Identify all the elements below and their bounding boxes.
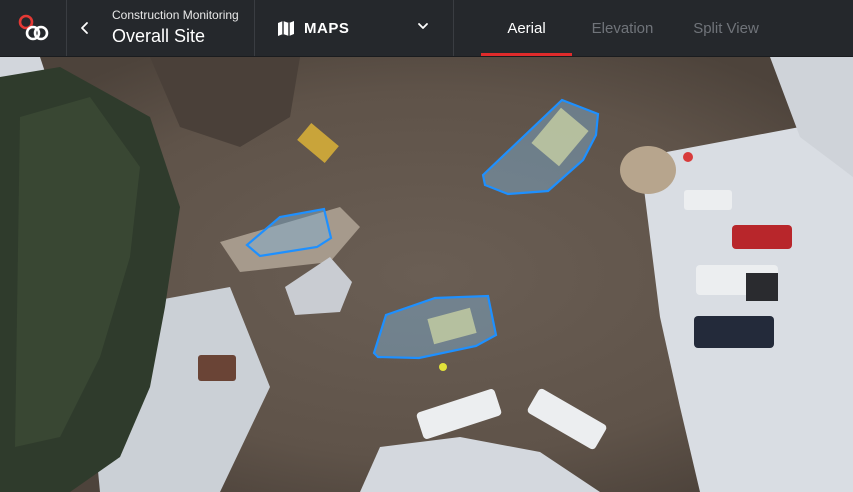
vehicle-dark-truck bbox=[694, 316, 774, 348]
tab-aerial-label: Aerial bbox=[507, 19, 546, 37]
trailer bbox=[198, 355, 236, 381]
tab-aerial[interactable]: Aerial bbox=[481, 0, 572, 56]
tab-elevation[interactable]: Elevation bbox=[572, 0, 673, 56]
back-button[interactable] bbox=[67, 0, 103, 56]
tab-split-view-label: Split View bbox=[693, 19, 759, 37]
sand-mound bbox=[620, 146, 676, 194]
chevron-left-icon bbox=[81, 22, 88, 34]
top-bar: Construction Monitoring Overall Site MAP… bbox=[0, 0, 853, 57]
breadcrumb: Construction Monitoring bbox=[112, 8, 239, 22]
app-logo[interactable] bbox=[0, 0, 67, 56]
tab-elevation-label: Elevation bbox=[591, 19, 654, 37]
vehicle-white-van bbox=[684, 190, 732, 210]
project-title-block: Construction Monitoring Overall Site bbox=[103, 0, 255, 56]
page-title: Overall Site bbox=[112, 26, 206, 46]
app-logo-icon bbox=[18, 14, 49, 41]
vehicle-red-car bbox=[732, 225, 792, 249]
view-selector-label: MAPS bbox=[304, 19, 350, 37]
view-tabs: Aerial Elevation Split View bbox=[481, 0, 779, 56]
chevron-down-icon bbox=[418, 23, 428, 29]
aerial-image bbox=[0, 57, 853, 492]
active-tab-indicator bbox=[481, 53, 572, 56]
aerial-map-canvas[interactable] bbox=[0, 57, 853, 492]
map-icon bbox=[278, 20, 294, 36]
view-selector-dropdown[interactable]: MAPS bbox=[255, 0, 454, 56]
tab-split-view[interactable]: Split View bbox=[673, 0, 779, 56]
